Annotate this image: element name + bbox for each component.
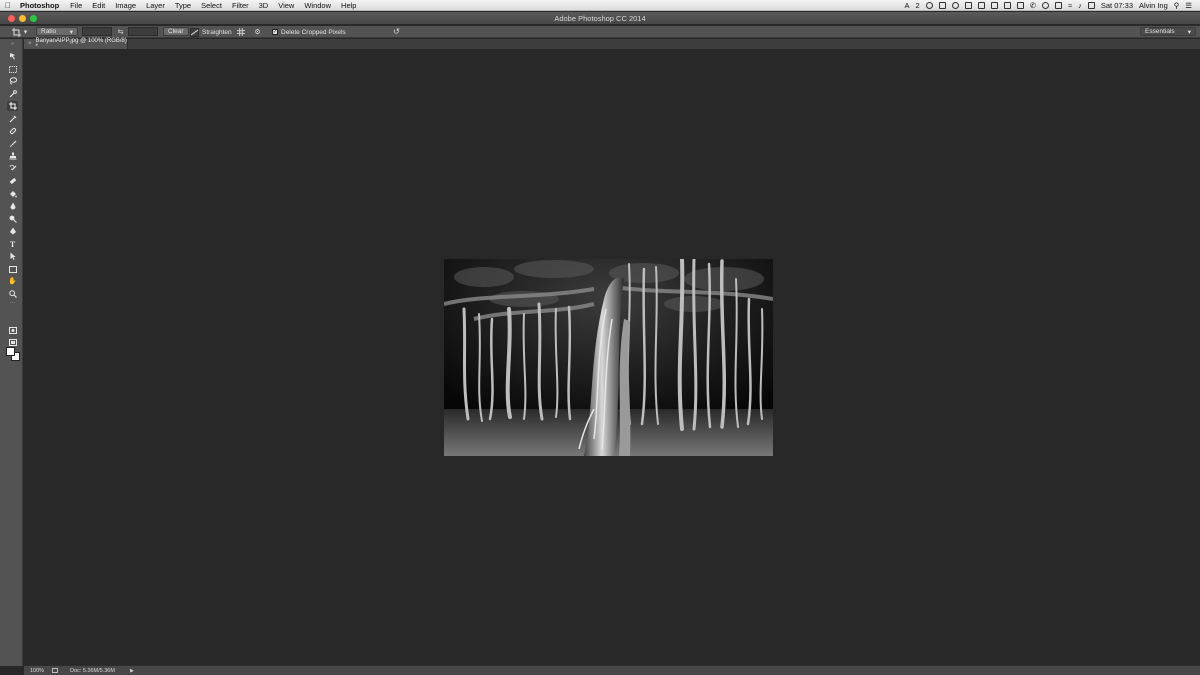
- straighten-icon: [190, 27, 199, 37]
- eraser-tool-icon[interactable]: [7, 176, 18, 186]
- delete-cropped-pixels-checkbox[interactable]: ✓ Delete Cropped Pixels: [272, 27, 346, 37]
- menu-select[interactable]: Select: [196, 1, 227, 10]
- dodge-tool-icon[interactable]: [7, 214, 18, 224]
- status-menu-area: A 2 ✆ ≈ ♪ Sat 07:33 Alvin Ing ⚲ ☰: [905, 0, 1200, 11]
- pen-tool-icon[interactable]: [7, 226, 18, 236]
- adobe-status-icon[interactable]: A: [905, 1, 910, 10]
- marquee-tool-icon[interactable]: [7, 64, 18, 74]
- menu-type[interactable]: Type: [170, 1, 196, 10]
- notification-center-icon[interactable]: ☰: [1185, 1, 1192, 10]
- lasso-tool-icon[interactable]: [7, 76, 18, 86]
- path-select-tool-icon[interactable]: [7, 251, 18, 261]
- ratio-height-input[interactable]: [128, 27, 158, 36]
- menu-filter[interactable]: Filter: [227, 1, 254, 10]
- ratio-select-value: Ratio: [41, 28, 57, 35]
- delete-cropped-pixels-label: Delete Cropped Pixels: [281, 28, 346, 36]
- macos-menubar:  Photoshop File Edit Image Layer Type S…: [0, 0, 1200, 11]
- healing-brush-tool-icon[interactable]: [7, 126, 18, 136]
- airplay-icon[interactable]: [1016, 2, 1024, 9]
- brush-tool-icon[interactable]: [7, 139, 18, 149]
- sync-icon[interactable]: [951, 2, 959, 9]
- ratio-select[interactable]: Ratio ▾: [36, 27, 78, 36]
- chevron-down-icon: ▾: [69, 28, 73, 36]
- calendar-icon[interactable]: [990, 2, 998, 9]
- eyedropper-tool-icon[interactable]: [7, 114, 18, 124]
- document-size: Doc: 5.36M/5.36M: [70, 667, 115, 674]
- straighten-control[interactable]: Straighten: [190, 27, 232, 37]
- document-tab[interactable]: × BanyanAIPP.jpg @ 100% (RGB/8) *: [24, 38, 128, 50]
- document-tab-bar: × BanyanAIPP.jpg @ 100% (RGB/8) *: [24, 38, 1200, 50]
- menu-file[interactable]: File: [65, 1, 87, 10]
- clear-button[interactable]: Clear: [163, 27, 189, 36]
- banyan-tree-image: [444, 259, 773, 456]
- cloud-icon[interactable]: [925, 2, 933, 9]
- reset-icon[interactable]: ↺: [392, 27, 401, 36]
- menu-layer[interactable]: Layer: [141, 1, 170, 10]
- menu-3d[interactable]: 3D: [254, 1, 274, 10]
- menu-view[interactable]: View: [273, 1, 299, 10]
- history-brush-tool-icon[interactable]: [7, 164, 18, 174]
- foreground-color-swatch[interactable]: [6, 347, 15, 356]
- zoom-tool-icon[interactable]: [7, 289, 18, 299]
- crop-settings-gear-icon[interactable]: ⚙: [253, 27, 262, 36]
- close-tab-icon[interactable]: ×: [28, 41, 32, 47]
- status-bar: 100% Doc: 5.36M/5.36M ▶: [24, 665, 1200, 675]
- copy-icon[interactable]: [964, 2, 972, 9]
- notification-count: 2: [915, 1, 920, 10]
- collapse-panel-icon[interactable]: »: [7, 41, 18, 47]
- zoom-level[interactable]: 100%: [24, 668, 46, 674]
- options-bar: ▾ Ratio ▾ ⇆ Clear Straighten ⚙ ✓ Delete …: [0, 26, 1200, 38]
- status-menu-arrow-icon[interactable]: ▶: [130, 668, 134, 674]
- dropbox-icon[interactable]: [938, 2, 946, 9]
- clone-stamp-tool-icon[interactable]: [7, 151, 18, 161]
- workspace-switcher[interactable]: Essentials ▾: [1140, 27, 1196, 36]
- apple-menu-icon[interactable]: : [0, 1, 16, 10]
- menu-help[interactable]: Help: [336, 1, 361, 10]
- chevron-down-icon: ▾: [23, 29, 28, 36]
- menu-image[interactable]: Image: [110, 1, 141, 10]
- rectangle-tool-icon[interactable]: [7, 264, 18, 274]
- screen-mode-icon[interactable]: [7, 337, 18, 347]
- clock[interactable]: Sat 07:33: [1101, 1, 1133, 10]
- workspace-name: Essentials: [1145, 28, 1175, 35]
- swap-dimensions-icon[interactable]: ⇆: [116, 27, 125, 36]
- menu-window[interactable]: Window: [299, 1, 336, 10]
- battery-icon[interactable]: [1087, 2, 1095, 9]
- photoshop-window:  Photoshop File Edit Image Layer Type S…: [0, 0, 1200, 675]
- volume-icon[interactable]: ♪: [1078, 1, 1082, 10]
- quick-mask-icon[interactable]: [7, 325, 18, 335]
- more-tools-icon[interactable]: ⋯: [7, 300, 18, 306]
- crop-tool-icon: [12, 27, 21, 37]
- time-machine-icon[interactable]: [1042, 2, 1049, 9]
- crop-tool-icon[interactable]: [7, 101, 18, 111]
- move-tool-icon[interactable]: [7, 51, 18, 61]
- hand-tool-icon[interactable]: ✋: [7, 276, 18, 286]
- user-name[interactable]: Alvin Ing: [1139, 1, 1168, 10]
- wifi-icon[interactable]: ≈: [1068, 1, 1072, 10]
- straighten-label: Straighten: [202, 28, 232, 36]
- blur-tool-icon[interactable]: [7, 201, 18, 211]
- checkbox-check-icon: ✓: [272, 29, 278, 35]
- window-titlebar: Adobe Photoshop CC 2014: [0, 12, 1200, 25]
- phone-icon[interactable]: ✆: [1030, 1, 1036, 10]
- document-info-icon[interactable]: [52, 668, 58, 673]
- type-tool-icon[interactable]: T: [7, 239, 18, 249]
- ratio-width-input[interactable]: [82, 27, 112, 36]
- quick-select-tool-icon[interactable]: [7, 89, 18, 99]
- menu-edit[interactable]: Edit: [87, 1, 110, 10]
- bluetooth-icon[interactable]: [1055, 2, 1062, 9]
- app-menu[interactable]: Photoshop: [16, 1, 65, 10]
- canvas-area[interactable]: [24, 49, 1200, 665]
- paint-bucket-tool-icon[interactable]: [7, 189, 18, 199]
- window-title: Adobe Photoshop CC 2014: [554, 14, 646, 23]
- tools-panel: » T ✋ ⋯: [0, 39, 23, 666]
- crop-tool-preset-picker[interactable]: ▾: [12, 27, 30, 37]
- display-icon[interactable]: [1003, 2, 1011, 9]
- spotlight-search-icon[interactable]: ⚲: [1174, 1, 1180, 10]
- chevron-down-icon: ▾: [1187, 28, 1191, 36]
- evernote-icon[interactable]: [977, 2, 985, 9]
- overlay-grid-icon[interactable]: [236, 27, 245, 36]
